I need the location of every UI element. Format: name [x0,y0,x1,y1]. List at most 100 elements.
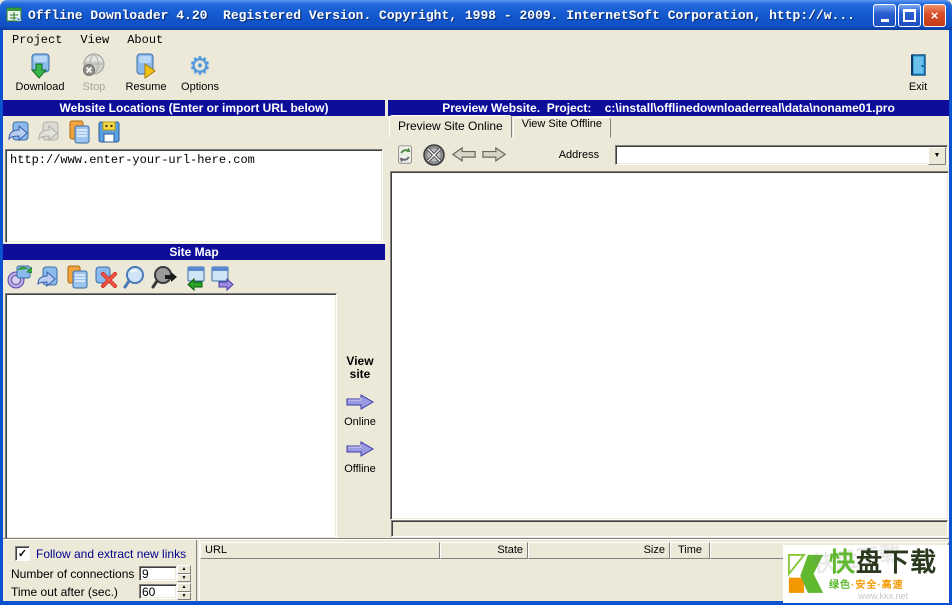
options-label: Options [181,81,219,93]
connections-spin-down[interactable]: ▼ [177,574,191,583]
timeout-spin-up[interactable]: ▲ [177,583,191,592]
download-icon [26,52,54,80]
close-button[interactable]: × [923,4,946,27]
url-list-input[interactable]: http://www.enter-your-url-here.com [5,149,383,243]
app-icon [6,7,23,23]
column-time[interactable]: Time [670,542,710,559]
watermark-subtitle-orange: ·安全·高速 [851,580,904,591]
refresh-icon [394,144,416,166]
sitemap-header: Site Map [3,244,385,260]
options-gear-icon: ⚙ [189,52,211,80]
view-online-button[interactable]: Online [335,393,385,428]
stop-loading-icon [422,143,446,167]
close-icon: × [931,8,939,23]
dropdown-arrow-icon: ▼ [934,152,941,159]
watermark-title-rest: 盘下载 [856,547,937,577]
watermark-title-first: 快 [829,547,856,577]
checkmark-icon: ✓ [18,547,27,560]
maximize-button[interactable] [898,4,921,27]
url-toolbar [6,117,122,147]
preview-status-bar [391,520,948,537]
view-offline-button[interactable]: Offline [335,440,385,475]
import-url-file-icon[interactable] [96,117,122,147]
sitemap-export-icon[interactable] [209,262,235,292]
follow-links-label: Follow and extract new links [36,547,186,561]
sitemap-copy-icon[interactable] [64,262,90,292]
connections-spin-up[interactable]: ▲ [177,565,191,574]
exit-label: Exit [909,81,927,93]
title-bar[interactable]: Offline Downloader 4.20 Registered Versi… [0,0,952,30]
sitemap-find-icon[interactable] [122,262,148,292]
options-button[interactable]: ⚙ Options [175,52,225,96]
forward-arrow-icon [481,146,507,163]
window-title: Offline Downloader 4.20 Registered Versi… [28,8,873,23]
tab-view-site-offline[interactable]: View Site Offline [513,117,611,138]
timeout-row: Time out after (sec.) 60 ▲ ▼ [11,583,191,600]
maximize-icon [903,9,916,22]
stop-button[interactable]: Stop [71,52,117,96]
menu-project[interactable]: Project [3,31,71,49]
resume-label: Resume [126,81,167,93]
offline-arrow-icon [345,440,375,458]
kuaipan-watermark: 快盘下载 绿色·安全·高速 www.kkx.net 快盘下载 [783,545,949,603]
minimize-icon [881,19,889,22]
timeout-label: Time out after (sec.) [11,585,139,599]
preview-toolbar: Address ▼ [389,139,948,170]
stop-loading-button[interactable] [422,142,447,168]
exit-door-icon [904,52,932,80]
follow-links-checkbox[interactable]: ✓ [15,546,30,561]
tab-preview-site-online[interactable]: Preview Site Online [389,115,512,138]
address-combobox[interactable]: ▼ [615,145,948,165]
minimize-button[interactable] [873,4,896,27]
app-window: Offline Downloader 4.20 Registered Versi… [0,0,952,605]
online-label: Online [335,416,385,428]
preview-content-area[interactable] [390,171,949,520]
add-url-icon[interactable] [6,117,32,147]
menu-view[interactable]: View [71,31,118,49]
add-url-disabled-icon[interactable] [36,117,62,147]
column-url[interactable]: URL [200,542,440,559]
connections-input[interactable]: 9 [139,566,177,581]
offline-label: Offline [335,463,385,475]
connections-label: Number of connections [11,567,139,581]
follow-links-checkbox-row: ✓ Follow and extract new links [15,546,186,561]
view-site-panel: View site Online Offline [335,293,385,537]
menu-about[interactable]: About [118,31,172,49]
sitemap-toolbar [6,262,235,292]
exit-button[interactable]: Exit [895,52,941,96]
window-border-left [0,30,3,605]
paste-url-icon[interactable] [66,117,92,147]
refresh-button[interactable] [393,142,418,168]
stop-label: Stop [83,81,106,93]
sitemap-delete-icon[interactable] [93,262,119,292]
watermark-site-url: www.kkx.net [829,591,937,601]
sitemap-list[interactable] [5,293,337,539]
view-site-label-line2: site [335,368,385,381]
connections-row: Number of connections 9 ▲ ▼ [11,565,191,582]
preview-project-header: Preview Website. Project: c:\install\off… [388,100,949,116]
sitemap-import-icon[interactable] [180,262,206,292]
forward-button[interactable] [481,142,507,168]
website-locations-header: Website Locations (Enter or import URL b… [3,100,385,116]
resume-button[interactable]: Resume [119,52,173,96]
main-toolbar: Download Stop Resume ⚙ Options [3,50,949,98]
menu-bar: Project View About [3,30,949,50]
online-arrow-icon [345,393,375,411]
download-button[interactable]: Download [11,52,69,96]
watermark-subtitle-green: 绿色 [829,580,851,591]
back-button[interactable] [451,142,477,168]
timeout-spin-down[interactable]: ▼ [177,592,191,601]
address-dropdown-button[interactable]: ▼ [928,147,946,165]
sitemap-update-icon[interactable] [6,262,32,292]
download-label: Download [16,81,65,93]
preview-tabs: Preview Site Online View Site Offline [389,117,612,138]
sitemap-open-icon[interactable] [35,262,61,292]
column-state[interactable]: State [440,542,528,559]
timeout-input[interactable]: 60 [139,584,177,599]
address-label: Address [559,149,599,161]
resume-icon [132,52,160,80]
back-arrow-icon [451,146,477,163]
sitemap-find-next-icon[interactable] [151,262,177,292]
stop-icon [80,52,108,80]
column-size[interactable]: Size [528,542,670,559]
